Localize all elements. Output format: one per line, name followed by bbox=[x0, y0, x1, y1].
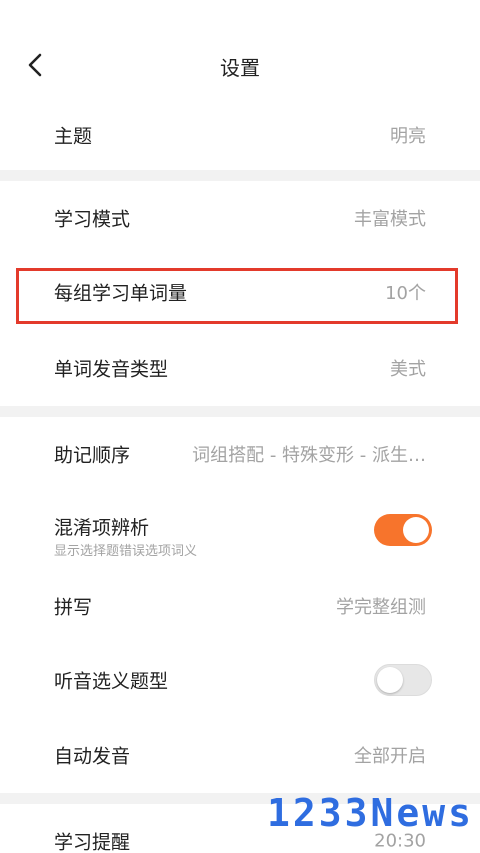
setting-label: 听音选义题型 bbox=[54, 670, 169, 693]
setting-spelling[interactable]: 拼写 学完整组测 bbox=[0, 569, 480, 643]
setting-label: 助记顺序 bbox=[54, 444, 131, 467]
setting-value: 明亮 bbox=[390, 126, 426, 147]
setting-pronunciation-type[interactable]: 单词发音类型 美式 bbox=[0, 329, 480, 406]
setting-words-per-group[interactable]: 每组学习单词量 10个 bbox=[0, 255, 480, 329]
setting-listening-question: 听音选义题型 bbox=[0, 643, 480, 717]
settings-page: 设置 主题 明亮 学习模式 丰富模式 每组学习单词量 10个 单词发音类型 美式… bbox=[0, 0, 480, 853]
setting-description: 显示选择题错误选项词义 bbox=[54, 544, 198, 559]
watermark-logo: 1233News bbox=[266, 791, 474, 835]
setting-label: 主题 bbox=[54, 125, 93, 148]
setting-value: 全部开启 bbox=[354, 746, 426, 767]
setting-value: 丰富模式 bbox=[354, 209, 426, 230]
section-divider bbox=[0, 170, 480, 181]
setting-label: 单词发音类型 bbox=[54, 358, 169, 380]
setting-auto-pronounce[interactable]: 自动发音 全部开启 bbox=[0, 717, 480, 793]
setting-value: 美式 bbox=[390, 358, 426, 380]
setting-label: 混淆项辨析 bbox=[54, 517, 150, 539]
setting-label: 拼写 bbox=[54, 596, 93, 619]
setting-label: 学习模式 bbox=[54, 208, 131, 231]
nav-bar: 设置 bbox=[0, 0, 480, 100]
section-study: 学习模式 丰富模式 每组学习单词量 10个 单词发音类型 美式 bbox=[0, 181, 480, 406]
setting-label: 自动发音 bbox=[54, 745, 131, 768]
section-learning: 助记顺序 词组搭配 - 特殊变形 - 派生… 混淆项辨析 显示选择题错误选项词义… bbox=[0, 417, 480, 793]
setting-value: 学完整组测 bbox=[336, 597, 426, 618]
section-appearance: 主题 明亮 bbox=[0, 100, 480, 170]
toggle-knob bbox=[403, 517, 429, 543]
setting-theme[interactable]: 主题 明亮 bbox=[0, 100, 480, 170]
listening-toggle[interactable] bbox=[374, 664, 432, 696]
toggle-knob bbox=[377, 667, 403, 693]
section-divider bbox=[0, 406, 480, 417]
confusion-toggle[interactable] bbox=[374, 514, 432, 546]
setting-value: 词组搭配 - 特殊变形 - 派生… bbox=[192, 445, 426, 466]
setting-mnemonic-order[interactable]: 助记顺序 词组搭配 - 特殊变形 - 派生… bbox=[0, 417, 480, 491]
setting-confusion-analysis: 混淆项辨析 显示选择题错误选项词义 bbox=[0, 491, 480, 569]
page-title: 设置 bbox=[220, 56, 260, 80]
setting-value: 10个 bbox=[385, 283, 426, 304]
setting-label: 学习提醒 bbox=[54, 831, 131, 853]
setting-study-mode[interactable]: 学习模式 丰富模式 bbox=[0, 181, 480, 255]
setting-label: 每组学习单词量 bbox=[54, 282, 188, 305]
